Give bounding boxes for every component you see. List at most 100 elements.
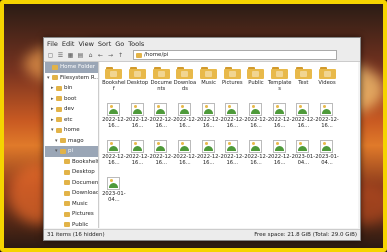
image-file-item[interactable]: 2022-12-16...	[268, 101, 292, 138]
folder-icon	[56, 85, 62, 91]
sidebar-item[interactable]: ▸ boot	[45, 94, 98, 105]
sidebar-item[interactable]: ▾ Filesystem R...	[45, 73, 98, 84]
image-file-icon	[177, 103, 192, 116]
file-label: 2022-12-16...	[315, 117, 339, 129]
image-file-item[interactable]: 2022-12-16...	[197, 101, 221, 138]
folder-icon	[56, 117, 62, 123]
sidebar-item[interactable]: ▸ bin	[45, 83, 98, 94]
image-file-icon	[130, 103, 145, 116]
image-file-icon	[154, 103, 168, 116]
sidebar-item-label: Filesystem R...	[60, 74, 99, 81]
folder-label: Documents	[150, 80, 172, 92]
folder-label: Templates	[267, 80, 292, 92]
sidebar-item[interactable]: Pictures	[45, 209, 98, 220]
image-file-item[interactable]: 2023-01-04...	[315, 138, 339, 175]
folder-icon	[52, 75, 58, 81]
folder-icon	[64, 159, 70, 165]
folder-item[interactable]: Bookshelf	[102, 64, 126, 101]
sidebar-item[interactable]: Music	[45, 199, 98, 210]
image-file-item[interactable]: 2022-12-16...	[292, 101, 316, 138]
folder-item[interactable]: Downloads	[173, 64, 197, 101]
image-file-item[interactable]: 2022-12-16...	[149, 101, 173, 138]
image-file-item[interactable]: 2023-01-04...	[292, 138, 316, 175]
image-file-item[interactable]: 2022-12-16...	[197, 138, 221, 175]
sidebar-item[interactable]: Home Folder	[45, 62, 98, 73]
file-label: 2022-12-16...	[244, 117, 268, 129]
image-file-item[interactable]: 2022-12-16...	[102, 138, 126, 175]
sidebar-item[interactable]: ▾ pi	[45, 146, 98, 157]
image-file-item[interactable]: 2022-12-16...	[126, 138, 150, 175]
sidebar-item[interactable]: ▸ dev	[45, 104, 98, 115]
folder-icon	[64, 169, 70, 175]
image-file-item[interactable]: 2022-12-16...	[173, 101, 197, 138]
image-file-item[interactable]: 2022-12-16...	[126, 101, 150, 138]
folder-icon	[56, 106, 62, 112]
menu-go[interactable]: Go	[115, 40, 124, 48]
sidebar-item[interactable]: Downloads	[45, 188, 98, 199]
file-label: 2022-12-16...	[125, 117, 150, 129]
image-file-item[interactable]: 2022-12-16...	[149, 138, 173, 175]
folder-item[interactable]: Test	[292, 64, 316, 101]
image-file-item[interactable]: 2022-12-16...	[102, 101, 126, 138]
sidebar-item-label: dev	[64, 106, 75, 113]
folder-item[interactable]: Documents	[149, 64, 173, 101]
image-file-item[interactable]: 2022-12-16...	[268, 138, 292, 175]
new-tab-icon[interactable]: ▢	[47, 52, 54, 59]
menu-file[interactable]: File	[47, 40, 58, 48]
up-arrow-icon[interactable]: ↑	[117, 52, 124, 59]
folder-icon	[105, 66, 123, 79]
folder-icon	[129, 66, 147, 79]
folder-item[interactable]: Pictures	[220, 64, 244, 101]
image-file-item[interactable]: 2023-01-04...	[102, 175, 126, 212]
image-file-item[interactable]: 2022-12-16...	[315, 101, 339, 138]
menu-sort[interactable]: Sort	[98, 40, 111, 48]
forward-arrow-icon[interactable]: →	[107, 52, 114, 59]
menu-tools[interactable]: Tools	[128, 40, 144, 48]
image-file-item[interactable]: 2022-12-16...	[244, 101, 268, 138]
icon-view-icon[interactable]: ▦	[67, 52, 74, 59]
folder-label: Downloads	[173, 80, 197, 92]
folder-icon	[64, 211, 70, 217]
folder-icon	[176, 66, 194, 79]
folder-item[interactable]: Videos	[315, 64, 339, 101]
file-label: 2022-12-16...	[267, 154, 292, 166]
file-label: 2022-12-16...	[291, 117, 316, 129]
image-file-icon	[106, 140, 121, 153]
sidebar-item[interactable]: ▾ mago	[45, 136, 98, 147]
folder-item[interactable]: Templates	[268, 64, 292, 101]
file-label: 2022-12-16...	[125, 154, 150, 166]
file-label: 2022-12-16...	[102, 117, 126, 129]
image-file-icon	[296, 140, 310, 153]
path-text: /home/pi	[144, 52, 169, 58]
sidebar-item[interactable]: Bookshelf	[45, 157, 98, 168]
folder-icon	[64, 180, 70, 186]
folder-item[interactable]: Music	[197, 64, 221, 101]
menu-edit[interactable]: Edit	[62, 40, 75, 48]
back-arrow-icon[interactable]: ←	[97, 52, 104, 59]
image-file-icon	[106, 177, 121, 190]
sidebar-item[interactable]: Public	[45, 220, 98, 229]
sidebar-item[interactable]: ▾ home	[45, 125, 98, 136]
detail-view-icon[interactable]: ▤	[77, 52, 84, 59]
list-view-icon[interactable]: ☰	[57, 52, 64, 59]
sidebar-item[interactable]: Documents	[45, 178, 98, 189]
folder-icon	[56, 127, 62, 133]
image-file-item[interactable]: 2022-12-16...	[173, 138, 197, 175]
image-file-item[interactable]: 2022-12-16...	[220, 101, 244, 138]
sidebar-tree: Home Folder ▾ Filesystem R... ▸ bin ▸ boot ▸ dev…	[45, 62, 99, 228]
folder-label: Videos	[318, 80, 336, 86]
image-file-item[interactable]: 2022-12-16...	[220, 138, 244, 175]
folder-icon	[60, 148, 66, 154]
menu-view[interactable]: View	[78, 40, 93, 48]
folder-item[interactable]: Desktop	[126, 64, 150, 101]
home-icon[interactable]: ⌂	[87, 52, 94, 59]
sidebar-item[interactable]: Desktop	[45, 167, 98, 178]
sidebar-item[interactable]: ▸ etc	[45, 115, 98, 126]
folder-item[interactable]: Public	[244, 64, 268, 101]
file-label: 2022-12-16...	[173, 117, 197, 129]
image-file-item[interactable]: 2022-12-16...	[244, 138, 268, 175]
file-label: 2022-12-16...	[196, 154, 221, 166]
image-file-icon	[225, 140, 239, 153]
path-bar[interactable]: /home/pi	[133, 50, 337, 60]
image-file-icon	[296, 103, 310, 116]
